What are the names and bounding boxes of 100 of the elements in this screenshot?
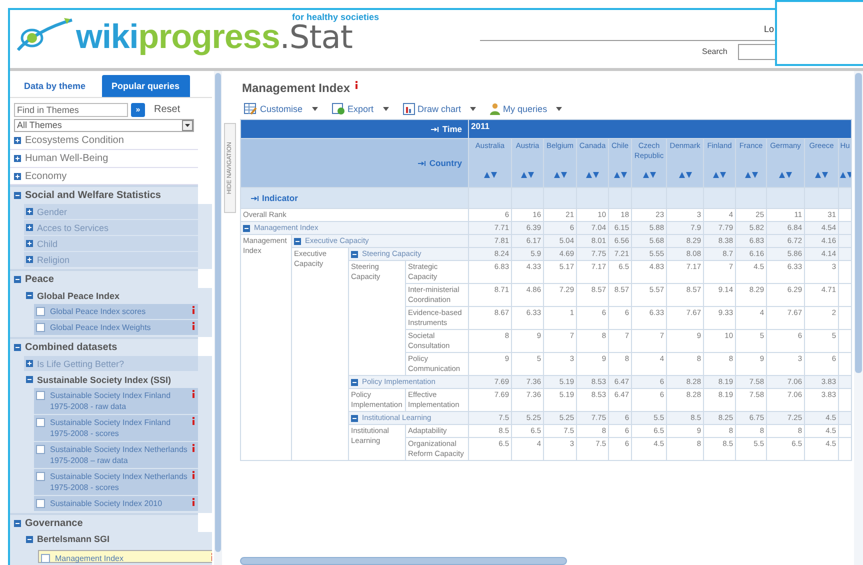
theme-item[interactable]: Social and Welfare Statistics [10,185,198,204]
checkbox[interactable] [36,499,45,508]
subtheme-item[interactable]: Child [24,236,198,252]
scrollbar-thumb[interactable] [855,73,862,373]
sidebar-tab[interactable]: Popular queries [102,75,190,97]
reset-link[interactable]: Reset [154,104,180,116]
theme-item[interactable]: Peace [10,269,198,288]
collapse-icon[interactable] [26,536,33,543]
arrow-icon[interactable] [418,161,426,166]
dataset-item[interactable]: Sustainable Society Index Netherlands 1975-2008 – raw data [34,442,198,468]
theme-item[interactable]: Ecosystems Condition [10,132,198,150]
sort-icon[interactable] [678,172,692,178]
toolbar-button[interactable]: My queries [490,103,562,115]
subtheme-item[interactable]: Religion [24,252,198,268]
caret-icon [312,107,318,111]
country-header[interactable]: Country [240,138,468,188]
info-icon[interactable] [192,322,195,330]
theme-item[interactable]: Combined datasets [10,337,198,356]
checkbox[interactable] [36,323,45,332]
sort-icon[interactable] [614,172,626,178]
expand-icon[interactable] [14,172,21,180]
logo-icon [14,18,74,54]
info-icon[interactable] [192,498,195,506]
toolbar-button[interactable]: Export [332,103,389,115]
info-icon[interactable] [192,390,195,398]
sort-icon[interactable] [484,172,496,178]
dataset-item[interactable]: Sustainable Society Index Finland 1975-2008 - raw data [34,388,198,414]
collapse-icon[interactable] [14,276,21,284]
sort-icon[interactable] [744,172,758,178]
theme-select[interactable]: All Themes [14,118,194,132]
subtheme-item[interactable]: Gender [24,204,198,220]
checkbox[interactable] [36,391,45,400]
collapse-icon[interactable] [351,250,358,258]
info-icon[interactable] [192,417,195,426]
sort-icon[interactable] [815,172,828,178]
collapse-icon[interactable] [351,378,358,386]
collapse-icon[interactable] [14,192,21,200]
collapse-icon[interactable] [351,414,358,422]
checkbox[interactable] [36,445,45,454]
theme-item[interactable]: Human Well-Being [10,150,198,168]
page-title: Management Index [242,81,350,95]
checkbox[interactable] [36,307,45,316]
subtheme-item[interactable]: Sustainable Society Index (SSI) [24,372,198,388]
dataset-item[interactable]: Global Peace Index scores [34,304,198,320]
tagline: for healthy societies [292,12,380,22]
sort-icon[interactable] [840,172,851,178]
info-icon[interactable] [192,306,195,314]
collapse-icon[interactable] [294,238,301,244]
collapse-icon[interactable] [14,344,21,352]
caret-icon [470,107,476,111]
collapse-icon[interactable] [14,520,21,528]
toolbar-button[interactable]: Draw chart [402,103,476,115]
expand-icon[interactable] [26,360,33,368]
caret-icon [382,107,389,111]
login-link[interactable]: Lo [764,24,774,34]
expand-icon[interactable] [26,240,33,248]
indicator-header[interactable]: Indicator [240,188,468,208]
collapse-icon[interactable] [26,376,33,384]
subtheme-item[interactable]: Acces to Services [24,220,198,236]
checkbox[interactable] [41,554,50,563]
expand-icon[interactable] [26,224,33,232]
dataset-item[interactable]: Management Index [38,550,212,563]
subtheme-item[interactable]: Global Peace Index [24,288,198,304]
theme-item[interactable]: Governance [10,513,198,532]
info-icon[interactable] [192,471,195,480]
expand-icon[interactable] [14,136,21,144]
sort-icon[interactable] [779,172,792,178]
dataset-item[interactable]: Sustainable Society Index 2010 [34,496,198,512]
find-field[interactable]: Find in Themes [14,102,128,117]
collapse-icon[interactable] [243,224,250,232]
sort-icon[interactable] [642,172,656,178]
checkbox[interactable] [36,418,45,428]
expand-icon[interactable] [26,208,33,216]
time-header[interactable]: Time [240,120,468,138]
chart-icon [402,103,415,115]
find-button[interactable]: » [131,102,145,117]
subtheme-item[interactable]: Is Life Getting Better? [24,356,198,372]
sort-icon[interactable] [521,172,534,178]
checkbox[interactable] [36,472,45,482]
caret-icon [556,107,562,111]
dataset-item[interactable]: Sustainable Society Index Netherlands 1975-2008 - scores [34,469,198,496]
sort-icon[interactable] [713,172,726,178]
dataset-item[interactable]: Global Peace Index Weights [34,320,198,336]
scrollbar-thumb[interactable] [215,73,221,552]
expand-icon[interactable] [14,154,21,162]
toolbar-button[interactable]: Customise [244,103,318,115]
dropdown-icon[interactable] [182,120,193,131]
collapse-icon[interactable] [26,292,33,300]
dataset-item[interactable]: Sustainable Society Index Finland 1975-2008 - scores [34,415,198,442]
sort-icon[interactable] [586,172,599,178]
table-edit-icon [244,103,257,115]
subtheme-item[interactable]: Bertelsmann SGI [24,532,198,547]
info-icon[interactable] [192,444,195,452]
horizontal-scrollbar[interactable] [240,557,567,565]
arrow-icon[interactable] [251,196,259,201]
expand-icon[interactable] [26,256,33,264]
sort-icon[interactable] [554,172,566,178]
info-icon[interactable] [355,81,358,89]
search-label: Search [702,47,728,56]
year-header: 2011 [468,120,852,138]
